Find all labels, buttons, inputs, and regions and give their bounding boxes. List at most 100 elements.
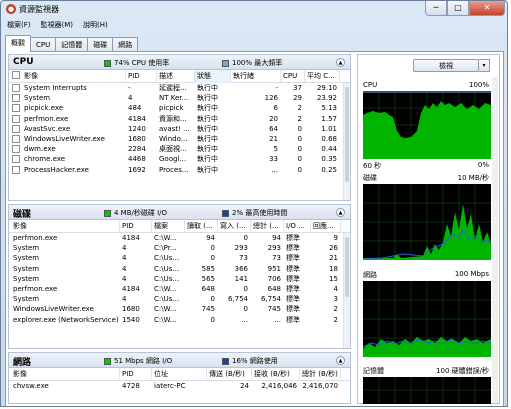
- col-receive[interactable]: 接收 (B/秒): [252, 368, 300, 381]
- menu-monitor[interactable]: 監視器(M): [41, 19, 74, 31]
- table-row[interactable]: System 4 C:\Us... 585 366 951 標準 18: [9, 264, 350, 274]
- cell-read: 648: [201, 284, 215, 293]
- tab-cpu[interactable]: CPU: [30, 37, 57, 52]
- table-row[interactable]: perfmon.exe 4184 資源和... 執行中 20 2 1.57: [9, 114, 350, 124]
- col-io-priority[interactable]: I/O ...: [284, 220, 311, 233]
- menu-bar: 檔案(F) 監視器(M) 說明(H): [5, 19, 504, 31]
- col-description[interactable]: 描述: [157, 70, 195, 83]
- menu-help[interactable]: 說明(H): [83, 19, 108, 31]
- table-row[interactable]: chvsw.exe 4728 iaterc-PC 24 2,416,046 2,416,0…: [9, 381, 350, 391]
- cell-pid: 4184: [122, 284, 140, 293]
- cell-total: 6,754: [260, 295, 281, 304]
- cell-threads: 126: [264, 94, 278, 103]
- cell-image: perfmon.exe: [13, 284, 58, 293]
- collapse-chevron-icon[interactable]: ▲: [336, 356, 345, 365]
- row-checkbox[interactable]: [12, 104, 20, 113]
- disk-scrollbar[interactable]: [343, 233, 350, 348]
- row-checkbox[interactable]: [12, 114, 20, 123]
- minimize-button[interactable]: ─: [425, 1, 447, 16]
- col-pid[interactable]: PID: [120, 368, 152, 381]
- tab-memory[interactable]: 記憶體: [55, 37, 89, 52]
- cell-description: 資源和...: [159, 114, 187, 123]
- table-row[interactable]: System 4 C:\Us... 0 6,754 6,754 標準 3: [9, 294, 350, 304]
- row-checkbox[interactable]: [12, 145, 20, 154]
- table-row[interactable]: ProcessHacker.exe 1692 Proces... 執行中... 0 0.2…: [9, 165, 350, 175]
- cpu-section-header[interactable]: CPU 74% CPU 使用率 100% 最大頻率 ▲: [9, 55, 350, 70]
- row-checkbox[interactable]: [12, 124, 20, 133]
- table-row[interactable]: WindowsLiveWriter.exe 1680 C:\W... 745 0 745 標…: [9, 304, 350, 314]
- cell-cpu: 0: [297, 124, 302, 133]
- disk-section-header[interactable]: 磁碟 4 MB/秒磁碟 I/O 2% 最高使用時間 ▲: [9, 205, 350, 220]
- tab-disk[interactable]: 磁碟: [87, 37, 114, 52]
- col-pid[interactable]: PID: [120, 220, 152, 233]
- tab-overview[interactable]: 概觀: [5, 35, 31, 52]
- row-checkbox[interactable]: [12, 155, 20, 164]
- menu-file[interactable]: 檔案(F): [7, 19, 31, 31]
- table-row[interactable]: System 4 C:\Us... 0 73 73 標準 21: [9, 253, 350, 263]
- col-total[interactable]: 總計 (...: [251, 220, 284, 233]
- cell-image: System: [13, 264, 40, 273]
- cell-io-priority: 標準: [286, 284, 300, 293]
- cpu-scrollbar[interactable]: [343, 83, 350, 200]
- col-status[interactable]: 狀態: [195, 70, 231, 83]
- cell-file: C:\W...: [154, 305, 177, 314]
- cell-image: System: [13, 295, 40, 304]
- cell-image: picpick.exe: [24, 104, 64, 113]
- network-section-header[interactable]: 網路 51 Mbps 網路 I/O 16% 網路使用 ▲: [9, 353, 350, 368]
- table-row[interactable]: dwm.exe 2284 桌面視... 執行中 5 0 0.44: [9, 144, 350, 154]
- collapse-chevron-icon[interactable]: ▲: [336, 58, 345, 67]
- collapse-chevron-icon[interactable]: ▲: [336, 208, 345, 217]
- row-checkbox[interactable]: [12, 165, 20, 174]
- select-all-checkbox[interactable]: [12, 71, 20, 79]
- cell-response: 9: [333, 234, 338, 242]
- cell-pid: 4468: [128, 155, 146, 164]
- cell-file: C:\Pr...: [154, 244, 177, 253]
- table-row[interactable]: perfmon.exe 4184 C:\W... 648 0 648 標準 4: [9, 284, 350, 294]
- close-button[interactable]: ✕: [469, 1, 505, 16]
- cell-response: 4: [333, 284, 338, 293]
- table-row[interactable]: System 4 NT Ker... 執行中 126 29 23.92: [9, 93, 350, 103]
- table-row[interactable]: perfmon.exe 4184 C:\W... 94 0 94 標準 9: [9, 233, 350, 243]
- col-address[interactable]: 位址: [152, 368, 207, 381]
- col-image[interactable]: 影像: [11, 368, 120, 381]
- view-dropdown-arrow-icon[interactable]: ▾: [479, 59, 490, 72]
- cell-cpu: 37: [293, 84, 302, 92]
- col-write[interactable]: 寫入 (...: [218, 220, 251, 233]
- disk-graph-label: 磁碟: [363, 174, 377, 182]
- col-pid[interactable]: PID: [126, 70, 157, 83]
- row-checkbox[interactable]: [12, 94, 20, 103]
- col-avg-cpu[interactable]: 平均 C...: [305, 70, 340, 83]
- col-total[interactable]: 總計 (B/秒): [300, 368, 341, 381]
- table-row[interactable]: chrome.exe 4468 Googl... 執行中 33 0 0.35: [9, 154, 350, 164]
- col-threads[interactable]: 執行緒: [231, 70, 281, 83]
- col-file[interactable]: 檔案: [152, 220, 185, 233]
- table-row[interactable]: AvastSvc.exe 1240 avast! ... 執行中 64 0 1.01: [9, 124, 350, 134]
- tab-network[interactable]: 網路: [112, 37, 139, 52]
- col-cpu[interactable]: CPU: [281, 70, 305, 83]
- row-checkbox[interactable]: [12, 134, 20, 143]
- table-row[interactable]: System Interrupts - 延遲程... 執行中 - 37 29.10: [9, 83, 350, 93]
- col-send[interactable]: 傳送 (B/秒): [207, 368, 252, 381]
- cell-threads: 64: [269, 124, 278, 133]
- graph-pane-scrollbar[interactable]: [492, 77, 498, 403]
- cell-read: 94: [206, 234, 215, 242]
- cell-pid: 4184: [128, 114, 146, 123]
- table-row[interactable]: System 4 C:\Us... 565 141 706 標準 15: [9, 274, 350, 284]
- col-read[interactable]: 讀取 (...: [185, 220, 218, 233]
- table-row[interactable]: explorer.exe (NetworkService) 1540 C:\W...…: [9, 315, 350, 325]
- maximize-button[interactable]: □: [447, 1, 469, 16]
- tab-strip: 概觀 CPU 記憶體 磁碟 網路: [5, 35, 139, 52]
- network-usage-text: 16% 網路使用: [232, 357, 278, 365]
- cell-file: C:\Us...: [154, 274, 180, 283]
- col-image[interactable]: 影像: [11, 220, 120, 233]
- cell-status: 執行中: [197, 165, 218, 174]
- cell-pid: 4: [122, 264, 127, 273]
- col-image[interactable]: 影像: [22, 70, 126, 83]
- col-response[interactable]: 回應...: [311, 220, 341, 233]
- table-row[interactable]: System 4 C:\Pr... 0 293 293 標準 26: [9, 243, 350, 253]
- table-row[interactable]: WindowsLiveWriter.exe 1680 Windo... 執行中 21 0 0…: [9, 134, 350, 144]
- row-checkbox[interactable]: [12, 84, 20, 92]
- table-row[interactable]: picpick.exe 484 picpick 執行中 6 2 5.13: [9, 103, 350, 113]
- view-button[interactable]: 檢視: [413, 59, 479, 72]
- network-io-text: 51 Mbps 網路 I/O: [114, 357, 173, 365]
